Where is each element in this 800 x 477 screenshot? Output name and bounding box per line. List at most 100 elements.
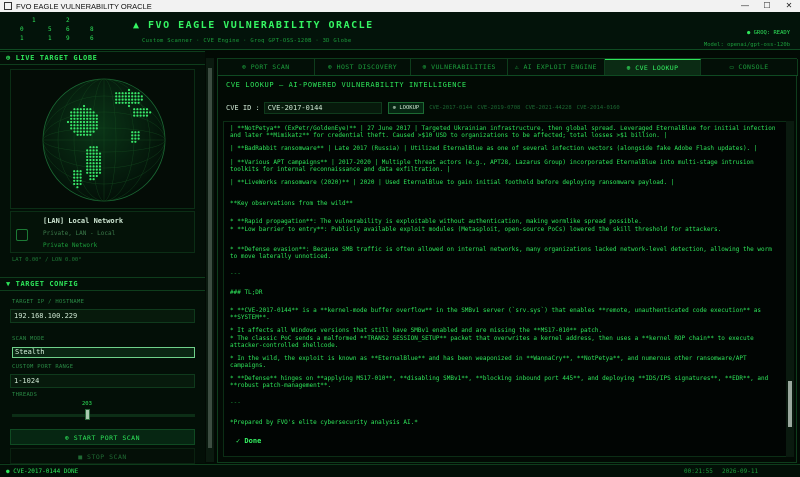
matrix-digit: 2 bbox=[66, 17, 70, 24]
output-line: * **Defense evasion**: Because SMB traff… bbox=[230, 246, 776, 260]
output-scrollbar-thumb[interactable] bbox=[788, 381, 792, 427]
close-icon[interactable]: ✕ bbox=[778, 0, 800, 12]
globe-dot bbox=[95, 158, 98, 162]
output-line: * **Low barrier to entry**: Publicly ava… bbox=[230, 226, 722, 233]
target-config-header[interactable]: ▼ TARGET CONFIG bbox=[0, 277, 205, 291]
output-line: * **Rapid propagation**: The vulnerabili… bbox=[230, 218, 642, 225]
globe-dot bbox=[133, 111, 136, 114]
globe-dot bbox=[131, 95, 134, 98]
app-title: ▲ FVO EAGLE VULNERABILITY ORACLE bbox=[133, 20, 374, 31]
maximize-icon[interactable]: ☐ bbox=[756, 0, 778, 12]
globe-dot bbox=[136, 114, 139, 117]
globe-dot bbox=[134, 137, 137, 140]
left-sidebar: ⊕ LIVE TARGET GLOBE [LAN] Local Network … bbox=[0, 51, 205, 464]
tab-port-scan[interactable]: ⊕ PORT SCAN bbox=[218, 59, 315, 75]
globe-dot bbox=[98, 155, 102, 158]
globe-dot bbox=[89, 158, 92, 162]
network-card[interactable]: [LAN] Local Network Private, LAN - Local… bbox=[10, 211, 195, 253]
globe-dot bbox=[86, 114, 89, 117]
sidebar-scrollbar-thumb[interactable] bbox=[208, 68, 212, 448]
globe-dot bbox=[70, 111, 73, 114]
globe-dot bbox=[89, 130, 92, 133]
globe-dot bbox=[118, 101, 121, 104]
scan-mode-select[interactable]: Stealth bbox=[12, 347, 195, 358]
cve-output-panel[interactable]: | **NotPetya** (ExPetr/GoldenEye)** | 27… bbox=[223, 121, 788, 457]
globe-dot bbox=[124, 101, 127, 104]
globe-dot bbox=[115, 98, 118, 101]
output-line: * In the wild, the exploit is known as *… bbox=[230, 355, 751, 369]
start-scan-button[interactable]: ⊕ START PORT SCAN bbox=[10, 429, 195, 445]
globe-dot bbox=[95, 171, 98, 174]
globe-dot bbox=[76, 111, 79, 114]
port-range-label: CUSTOM PORT RANGE bbox=[12, 364, 74, 370]
globe-dot bbox=[82, 104, 86, 108]
app-subtitle: Custom Scanner · CVE Engine · Groq GPT-O… bbox=[142, 38, 352, 44]
output-separator: --- bbox=[230, 270, 241, 277]
tab-vulnerabilities[interactable]: ⊕ VULNERABILITIES bbox=[411, 59, 509, 75]
groq-status: ● GROQ: READY bbox=[746, 30, 790, 36]
globe-dot bbox=[76, 130, 79, 133]
globe-dot bbox=[92, 155, 95, 158]
matrix-digit: 5 bbox=[48, 26, 52, 33]
globe-dot bbox=[139, 111, 142, 114]
matrix-digit: 1 bbox=[48, 35, 52, 42]
globe-dot bbox=[92, 111, 95, 114]
globe-dot bbox=[86, 120, 89, 124]
output-line: * **Defense** hinges on **applying MS17-… bbox=[230, 375, 772, 389]
tab-console[interactable]: ▭ CONSOLE bbox=[701, 59, 799, 75]
tab-ai-exploit-engine[interactable]: ⚠ AI EXPLOIT ENGINE bbox=[508, 59, 605, 75]
globe-dot bbox=[95, 155, 98, 158]
globe-dot bbox=[89, 149, 92, 152]
globe-dot bbox=[92, 162, 95, 165]
recent-cve-chip[interactable]: CVE-2019-0708 bbox=[477, 105, 520, 111]
output-line: * It affects all Windows versions that s… bbox=[230, 327, 603, 334]
globe-dot bbox=[89, 133, 92, 136]
globe-dot bbox=[79, 179, 82, 182]
globe-dot bbox=[79, 133, 82, 136]
globe-dot bbox=[82, 114, 86, 117]
globe-dot bbox=[95, 165, 98, 168]
recent-cve-chip[interactable]: CVE-2017-0144 bbox=[429, 105, 472, 111]
globe-dot bbox=[70, 127, 73, 130]
globe-dot bbox=[89, 171, 92, 174]
globe-dot bbox=[79, 173, 82, 176]
app-icon bbox=[4, 2, 12, 10]
globe-dot bbox=[86, 162, 89, 165]
globe-dot bbox=[76, 117, 79, 120]
threads-slider-handle[interactable] bbox=[84, 409, 90, 420]
globe-dot bbox=[95, 168, 98, 171]
tab-cve-lookup[interactable]: ⊕ CVE LOOKUP bbox=[604, 59, 702, 75]
globe-dot bbox=[76, 173, 79, 176]
globe-dot bbox=[73, 182, 76, 186]
output-separator: --- bbox=[230, 399, 241, 406]
lookup-button[interactable]: ⊕ LOOKUP bbox=[387, 101, 425, 114]
tab-host-discovery[interactable]: ⊕ HOST DISCOVERY bbox=[315, 59, 412, 75]
globe-dot bbox=[86, 165, 89, 168]
threads-label: THREADS bbox=[12, 392, 38, 398]
stop-scan-button[interactable]: ■ STOP SCAN bbox=[10, 448, 195, 464]
target-input[interactable]: 192.168.100.229 bbox=[10, 309, 195, 323]
globe-dot bbox=[82, 108, 86, 111]
recent-cve-chip[interactable]: CVE-2014-0160 bbox=[577, 105, 620, 111]
cve-id-input[interactable]: CVE-2017-0144 bbox=[263, 101, 382, 114]
globe-dot bbox=[134, 134, 137, 137]
globe-dot bbox=[73, 117, 76, 120]
target-globe[interactable] bbox=[10, 69, 195, 209]
globe-dot bbox=[137, 92, 140, 95]
globe-dot bbox=[76, 186, 79, 189]
globe-dot bbox=[92, 127, 95, 130]
globe-dot bbox=[92, 114, 95, 117]
output-line: | **BadRabbit ransomware** | Late 2017 (… bbox=[230, 145, 758, 152]
globe-dot bbox=[127, 92, 131, 95]
status-message: ● CVE-2017-0144 DONE bbox=[6, 468, 79, 475]
globe-dot bbox=[145, 111, 149, 114]
recent-cve-chip[interactable]: CVE-2021-44228 bbox=[525, 105, 571, 111]
minimize-icon[interactable]: — bbox=[734, 0, 756, 12]
globe-dot bbox=[145, 108, 149, 111]
globe-dot bbox=[136, 108, 139, 111]
globe-dot bbox=[140, 95, 143, 98]
globe-dot bbox=[79, 127, 82, 130]
globe-dot bbox=[89, 114, 92, 117]
port-range-input[interactable]: 1-1024 bbox=[10, 374, 195, 388]
threads-slider[interactable] bbox=[12, 414, 195, 417]
